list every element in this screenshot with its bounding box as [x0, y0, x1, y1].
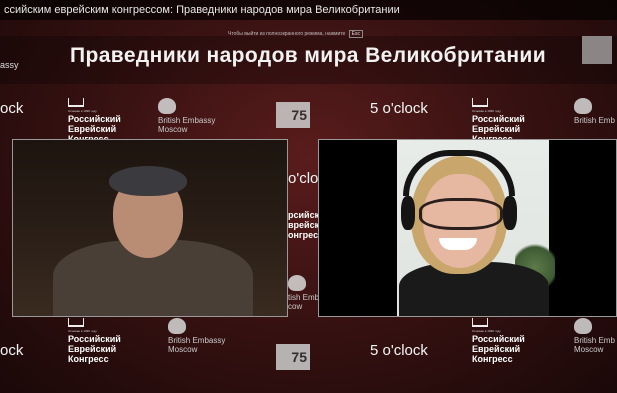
banner-title: Праведники народов мира Великобритании: [70, 44, 547, 67]
video-player[interactable]: ссийским еврейским конгрессом: Праведник…: [0, 0, 617, 393]
corner-logo: [582, 36, 612, 64]
brand-tile-cut: o'clo: [288, 170, 318, 187]
brand-text: ock: [0, 100, 24, 117]
embassy-logo: British Emb Moscow: [574, 318, 615, 354]
headphone-right-cup: [503, 196, 517, 230]
menorah-icon: [472, 98, 488, 107]
fullscreen-hint: Чтобы выйти из полноэкранного режима, на…: [228, 30, 364, 38]
rjc-line2: Еврейский: [472, 124, 521, 134]
brand-tile-edge: ock: [0, 342, 23, 359]
embassy-line1: British Embassy: [168, 336, 226, 345]
menorah-icon: [68, 98, 84, 107]
embassy-logo: British Embassy Moscow: [158, 98, 215, 134]
rjc-line1: Российский: [68, 334, 121, 344]
crest-icon: [168, 318, 186, 334]
crest-icon: [288, 275, 306, 291]
rjc-founded: Основан в 1996 году: [68, 329, 97, 333]
crest-icon: [574, 98, 592, 114]
participant-video-right[interactable]: [318, 139, 617, 317]
embassy-line2: Moscow: [168, 345, 198, 354]
menorah-icon: [68, 318, 84, 327]
brand-tile-edge: ock: [0, 100, 23, 117]
rjc-logo: Основан в 1996 году Российский Еврейский…: [472, 318, 525, 364]
rjc-logo: Основан в 1996 году Российский Еврейский…: [68, 318, 121, 364]
embassy-line1: British Embassy: [158, 116, 216, 125]
embassy-logo-cut: British Emb: [574, 98, 615, 125]
left-edge-text: assy: [0, 60, 19, 70]
video-title-bar: ссийским еврейским конгрессом: Праведник…: [0, 0, 617, 20]
rjc-founded: Основан в 1996 году: [68, 109, 97, 113]
rjc-line3: Конгресс: [68, 354, 109, 364]
brand-text: o'clo: [288, 170, 319, 187]
embassy-cut2: cow: [288, 302, 303, 311]
rjc-founded: Основан в 1996 году: [472, 329, 501, 333]
rjc-line1: Российский: [472, 114, 525, 124]
brand-tile: 5 o'clock: [370, 100, 428, 117]
embassy-cut-right: British Emb: [574, 336, 615, 345]
brand-text: 5 o'clock: [370, 342, 428, 359]
menorah-icon: [472, 318, 488, 327]
badge-75: 75: [276, 344, 310, 370]
crest-icon: [574, 318, 592, 334]
rjc-line2: Еврейский: [68, 124, 117, 134]
anniversary-badge: 75: [276, 102, 310, 128]
rjc-line1: Российский: [68, 114, 121, 124]
brand-text: 5 o'clock: [370, 100, 428, 117]
crest-icon: [158, 98, 176, 114]
brand-text: ock: [0, 342, 24, 359]
smile: [439, 238, 477, 250]
brand-tile: 5 o'clock: [370, 342, 428, 359]
esc-key-badge[interactable]: Esc: [348, 30, 364, 38]
anniversary-badge: 75: [276, 344, 310, 370]
fullscreen-hint-text: Чтобы выйти из полноэкранного режима, на…: [228, 31, 346, 37]
participant-video-left[interactable]: [12, 139, 288, 317]
embassy-line2: Moscow: [574, 345, 604, 354]
embassy-cut-right: British Emb: [574, 116, 615, 125]
rjc-line2: Еврейский: [68, 344, 117, 354]
badge-75: 75: [276, 102, 310, 128]
rjc-line3: Конгресс: [472, 354, 513, 364]
rjc-line1: Российский: [472, 334, 525, 344]
embassy-line2: Moscow: [158, 125, 188, 134]
embassy-logo: British Embassy Moscow: [168, 318, 225, 354]
glasses: [419, 198, 503, 230]
rjc-line2: Еврейский: [472, 344, 521, 354]
video-title: ссийским еврейским конгрессом: Праведник…: [4, 4, 400, 16]
headphone-left-cup: [401, 196, 415, 230]
rjc-founded: Основан в 1996 году: [472, 109, 501, 113]
rjc-logo: Основан в 1996 году Российский Еврейский…: [68, 98, 121, 144]
rjc-cut1: рсийск: [288, 210, 320, 220]
rjc-cut2: врейск: [288, 220, 320, 230]
rjc-logo: Основан в 1996 году Российский Еврейский…: [472, 98, 525, 144]
participant-hair: [109, 166, 187, 196]
